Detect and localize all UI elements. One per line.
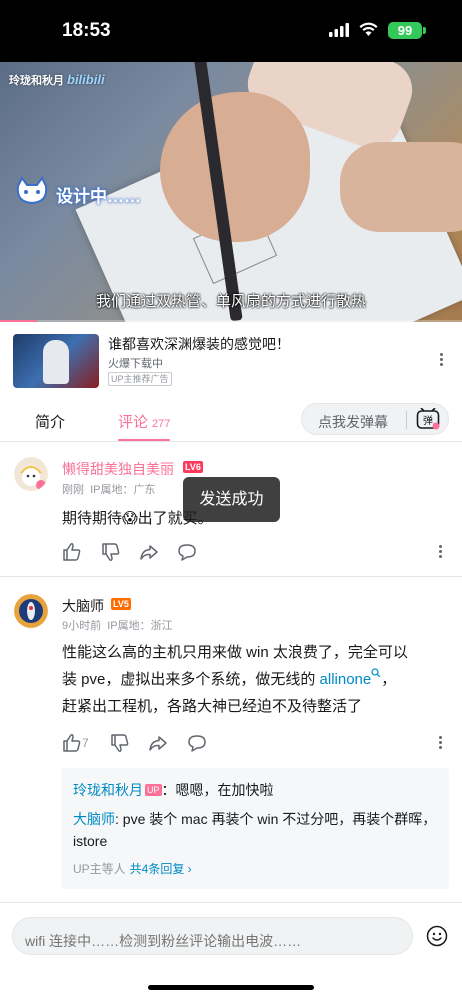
reply-item[interactable]: 大脑师: pve 装个 mac 再装个 win 不过分吧，再装个群晖，istor… <box>73 808 443 852</box>
like-count: 7 <box>82 736 89 750</box>
ad-more-icon[interactable] <box>440 353 444 368</box>
reply-text: : pve 装个 mac 再装个 win 不过分吧，再装个群晖，istore <box>73 811 437 849</box>
ad-thumbnail[interactable] <box>13 334 99 388</box>
avatar-image <box>14 457 48 491</box>
ad-subtitle: 火爆下载中 <box>108 358 163 370</box>
search-icon[interactable] <box>371 668 381 678</box>
emoji-icon[interactable] <box>426 925 448 947</box>
user-level-badge: LV6 <box>183 461 203 473</box>
video-hand-right <box>340 142 462 232</box>
comment-time: 9小时前 <box>62 620 102 632</box>
like-icon[interactable] <box>62 542 82 562</box>
home-indicator[interactable] <box>148 985 314 990</box>
status-bar: 18:53 99 <box>0 0 462 62</box>
video-hand <box>160 92 310 242</box>
ad-title[interactable]: 谁都喜欢深渊爆装的感觉吧！ <box>108 334 290 354</box>
tab-intro[interactable]: 简介 <box>35 411 65 432</box>
comment-text-line: 赶紧出工程机，各路大神已经迫不及待整活了 <box>62 698 363 715</box>
toast-message: 发送成功 <box>183 477 280 522</box>
ad-card[interactable]: 谁都喜欢深渊爆装的感觉吧！ 火爆下载中 UP主推荐广告 <box>0 322 462 394</box>
danmaku-divider <box>406 411 407 429</box>
like-icon[interactable] <box>62 733 82 753</box>
avatar-image <box>14 594 48 628</box>
danmaku-input[interactable]: 点我发弹幕 弹 <box>301 403 449 435</box>
comment-avatar[interactable] <box>14 594 48 628</box>
comment-text-segment: ， <box>381 671 397 688</box>
up-badge: UP <box>145 784 162 796</box>
cellular-signal-icon <box>329 23 349 37</box>
tab-comments[interactable]: 评论 277 <box>118 411 170 432</box>
comment-text: 性能这么高的主机只用来做 win 太浪费了，完全可以 装 pve，虚拟出来多个系… <box>62 639 446 720</box>
video-watermark: 玲珑和秋月 bilibili <box>9 72 105 88</box>
reply-username[interactable]: 玲珑和秋月 <box>73 782 143 798</box>
bilibili-logo: bilibili <box>67 72 105 87</box>
comment-avatar[interactable] <box>14 457 48 491</box>
comment-actions <box>62 542 442 562</box>
comment-time: 刚刚 <box>62 484 84 496</box>
battery-indicator: 99 <box>388 22 422 39</box>
danmaku-placeholder: 点我发弹幕 <box>318 414 388 430</box>
reply-icon[interactable] <box>187 733 207 753</box>
tab-active-underline <box>118 439 170 441</box>
share-icon[interactable] <box>139 542 159 562</box>
comment-meta: 9小时前 IP属地：浙江 <box>62 617 173 633</box>
battery-nub <box>423 27 426 34</box>
tab-comments-label: 评论 <box>118 414 149 431</box>
comment-username[interactable]: 大脑师 <box>62 596 104 616</box>
video-overlay-text: 设计中…… <box>56 187 141 206</box>
comment-separator <box>0 576 462 577</box>
reply-footer: UP主等人 共4条回复 › <box>73 860 192 877</box>
comment-meta: 刚刚 IP属地：广东 <box>62 481 156 497</box>
reply-icon[interactable] <box>177 542 197 562</box>
comment-more-icon[interactable] <box>439 545 443 560</box>
view-all-replies-link[interactable]: 共4条回复 › <box>130 862 192 876</box>
ad-thumbnail-figure <box>43 340 69 384</box>
dislike-icon[interactable] <box>101 542 121 562</box>
user-level-badge: LV5 <box>111 598 131 610</box>
ad-tag: UP主推荐广告 <box>108 372 172 386</box>
tab-bar: 简介 评论 277 点我发弹幕 弹 <box>0 394 462 442</box>
video-player[interactable]: 玲珑和秋月 bilibili 设计中…… 我们通过双热管、单风扇的方式进行散热 <box>0 62 462 322</box>
reply-username[interactable]: 大脑师 <box>73 811 115 827</box>
comment-text-line: 装 pve，虚拟出来多个系统，做无线的 allinone ， <box>62 666 446 693</box>
wifi-icon <box>359 22 378 36</box>
video-subtitle: 我们通过双热管、单风扇的方式进行散热 <box>95 293 366 310</box>
status-time: 18:53 <box>62 20 111 41</box>
comment-ip: IP属地：浙江 <box>107 620 173 632</box>
danmaku-icon-label: 弹 <box>423 414 433 427</box>
comment-ip: IP属地：广东 <box>90 484 156 496</box>
cat-sticker-icon <box>16 176 48 205</box>
comment-text-segment: 装 pve，虚拟出来多个系统，做无线的 <box>62 671 320 688</box>
danmaku-toggle-icon[interactable]: 弹 <box>416 408 440 430</box>
comment-text-line: 性能这么高的主机只用来做 win 太浪费了，完全可以 <box>62 644 408 661</box>
watermark-channel: 玲珑和秋月 <box>9 75 64 87</box>
search-keyword-link[interactable]: allinone <box>320 671 372 688</box>
comment-actions: 7 <box>62 733 442 753</box>
share-icon[interactable] <box>148 733 168 753</box>
reply-preview-box[interactable]: 玲珑和秋月 UP ：嗯嗯，在加快啦 大脑师: pve 装个 mac 再装个 win … <box>61 768 449 889</box>
comment-username[interactable]: 懒得甜美独自美丽 <box>62 459 174 479</box>
reply-text: ：嗯嗯，在加快啦 <box>161 782 274 798</box>
comment-more-icon[interactable] <box>439 736 443 751</box>
reply-item[interactable]: 玲珑和秋月 UP ：嗯嗯，在加快啦 <box>73 780 274 800</box>
comment-input[interactable] <box>12 917 413 955</box>
dislike-icon[interactable] <box>110 733 130 753</box>
tab-comments-count: 277 <box>152 418 171 430</box>
reply-footer-label: UP主等人 <box>73 862 126 876</box>
